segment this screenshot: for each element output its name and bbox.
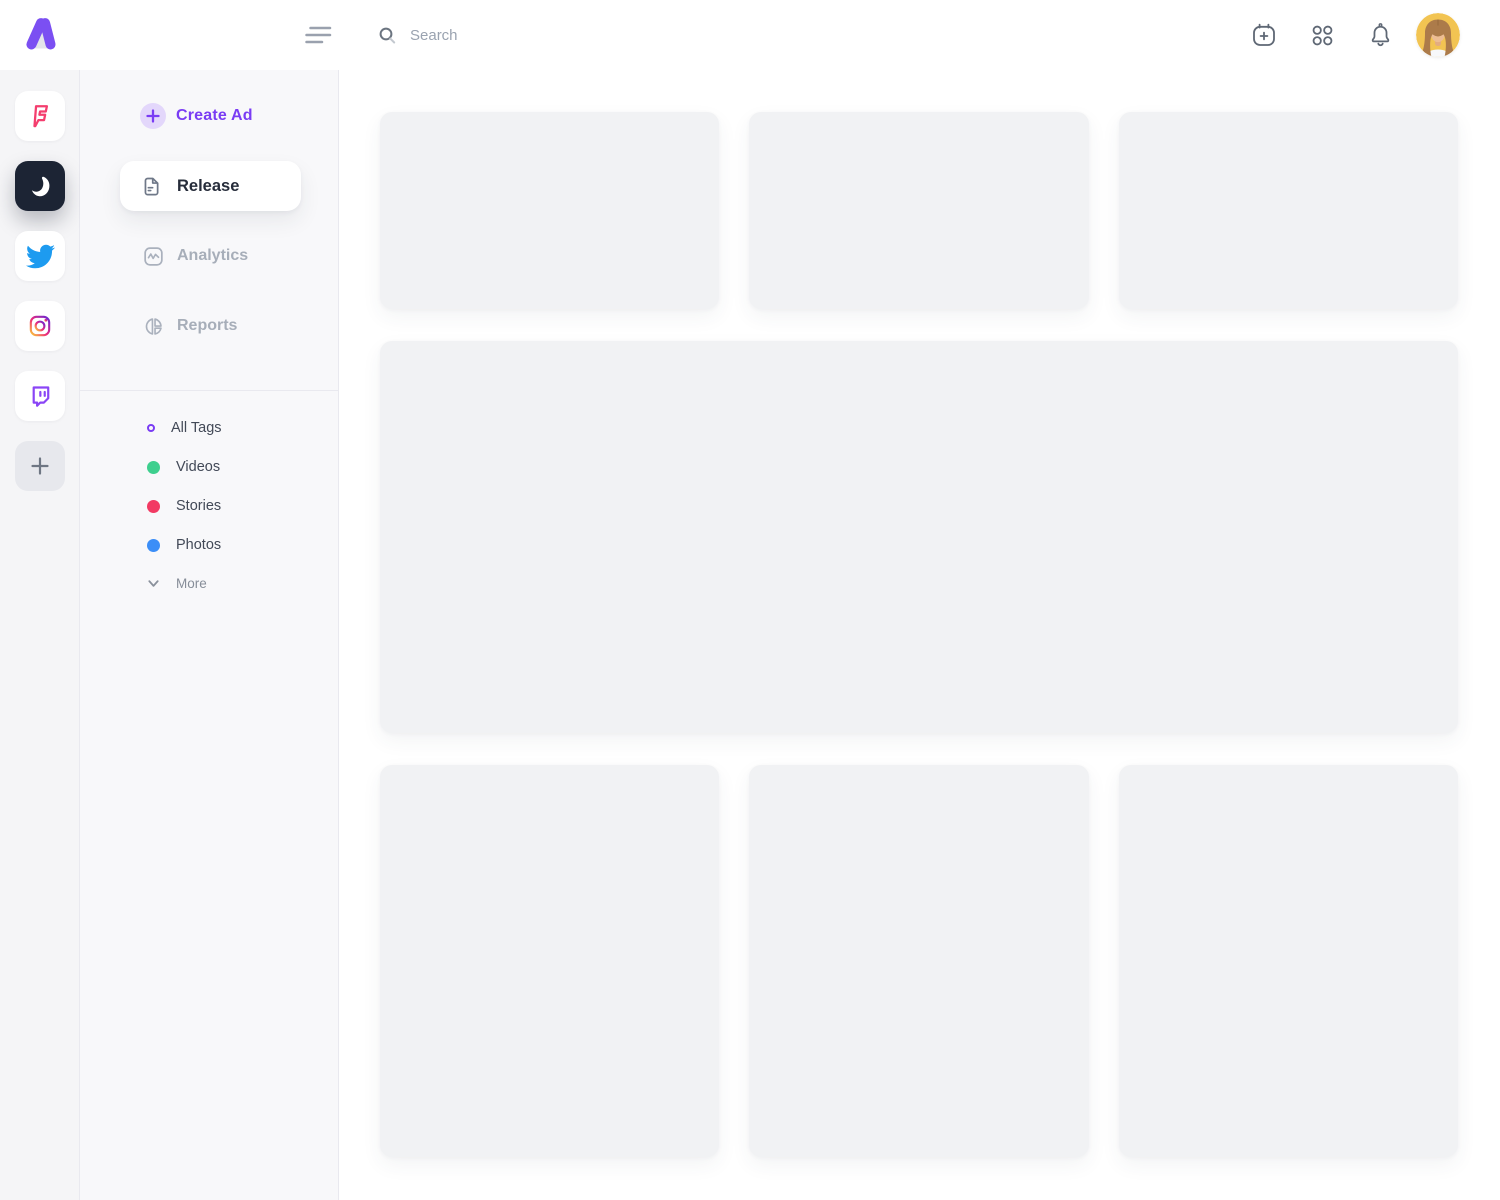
chevron-down-icon: [146, 576, 161, 591]
workspace-twitch-button[interactable]: [15, 371, 65, 421]
tag-label: Stories: [176, 498, 221, 514]
all-tags-ring-icon: [147, 424, 155, 432]
line-chart-icon: [142, 245, 165, 268]
skeleton-card: [749, 112, 1088, 309]
featured-skeleton-card: [380, 341, 1458, 733]
plus-icon: [29, 455, 51, 477]
user-avatar[interactable]: [1416, 13, 1460, 57]
pie-chart-icon: [142, 315, 165, 338]
twitch-icon: [26, 382, 54, 410]
search-bar[interactable]: [378, 17, 798, 53]
search-icon: [378, 26, 397, 45]
create-ad-label: Create Ad: [176, 107, 253, 125]
notifications-bell-icon: [1367, 22, 1394, 49]
tags-more-label: More: [176, 576, 207, 591]
skeleton-card: [1119, 765, 1458, 1157]
workspace-envato-button[interactable]: [15, 161, 65, 211]
stories-dot-icon: [147, 500, 160, 513]
tag-filter-stories[interactable]: Stories: [147, 496, 221, 516]
sidebar-item-release-label: Release: [177, 177, 239, 196]
tag-filter-all-tags[interactable]: All Tags: [147, 418, 222, 438]
sidebar-item-reports-label: Reports: [177, 317, 237, 335]
instagram-icon: [26, 312, 54, 340]
content-area: [339, 70, 1500, 1200]
sidebar: Create Ad Release Analytics Reports All …: [80, 70, 339, 1200]
skeleton-card: [1119, 112, 1458, 309]
calendar-add-button[interactable]: [1250, 21, 1278, 49]
sidebar-item-release[interactable]: Release: [120, 161, 301, 211]
workspace-rail: [0, 70, 80, 1200]
skeleton-card: [380, 112, 719, 309]
add-workspace-button[interactable]: [15, 441, 65, 491]
logo-icon: [20, 14, 62, 54]
apps-grid-button[interactable]: [1308, 21, 1336, 49]
tag-label: All Tags: [171, 420, 222, 436]
search-input[interactable]: [410, 27, 750, 44]
bottom-card-row: [380, 765, 1458, 1157]
workspace-instagram-button[interactable]: [15, 301, 65, 351]
skeleton-card: [380, 765, 719, 1157]
tag-filter-videos[interactable]: Videos: [147, 457, 220, 477]
document-icon: [140, 175, 163, 198]
avatar-image: [1416, 13, 1460, 57]
sidebar-item-analytics-label: Analytics: [177, 247, 248, 265]
twitter-icon: [26, 242, 55, 271]
top-bar: [0, 0, 1500, 70]
skeleton-card: [749, 765, 1088, 1157]
tag-label: Photos: [176, 537, 221, 553]
tags-more-toggle[interactable]: More: [146, 574, 207, 592]
create-ad-button[interactable]: Create Ad: [140, 103, 253, 129]
foursquare-icon: [26, 102, 54, 130]
workspace-foursquare-button[interactable]: [15, 91, 65, 141]
notifications-button[interactable]: [1366, 21, 1394, 49]
create-ad-plus-icon: [140, 103, 166, 129]
workspace-twitter-button[interactable]: [15, 231, 65, 281]
sidebar-divider: [80, 390, 338, 391]
sidebar-item-reports[interactable]: Reports: [142, 312, 237, 340]
calendar-add-icon: [1251, 22, 1277, 48]
envato-leaf-icon: [26, 172, 54, 200]
tag-filter-photos[interactable]: Photos: [147, 535, 221, 555]
photos-dot-icon: [147, 539, 160, 552]
app-logo[interactable]: [20, 14, 62, 54]
sidebar-item-analytics[interactable]: Analytics: [142, 242, 248, 270]
top-card-row: [380, 112, 1458, 309]
menu-icon[interactable]: [301, 25, 333, 45]
videos-dot-icon: [147, 461, 160, 474]
cards-container: [380, 112, 1458, 1157]
tag-label: Videos: [176, 459, 220, 475]
apps-grid-icon: [1310, 23, 1335, 48]
